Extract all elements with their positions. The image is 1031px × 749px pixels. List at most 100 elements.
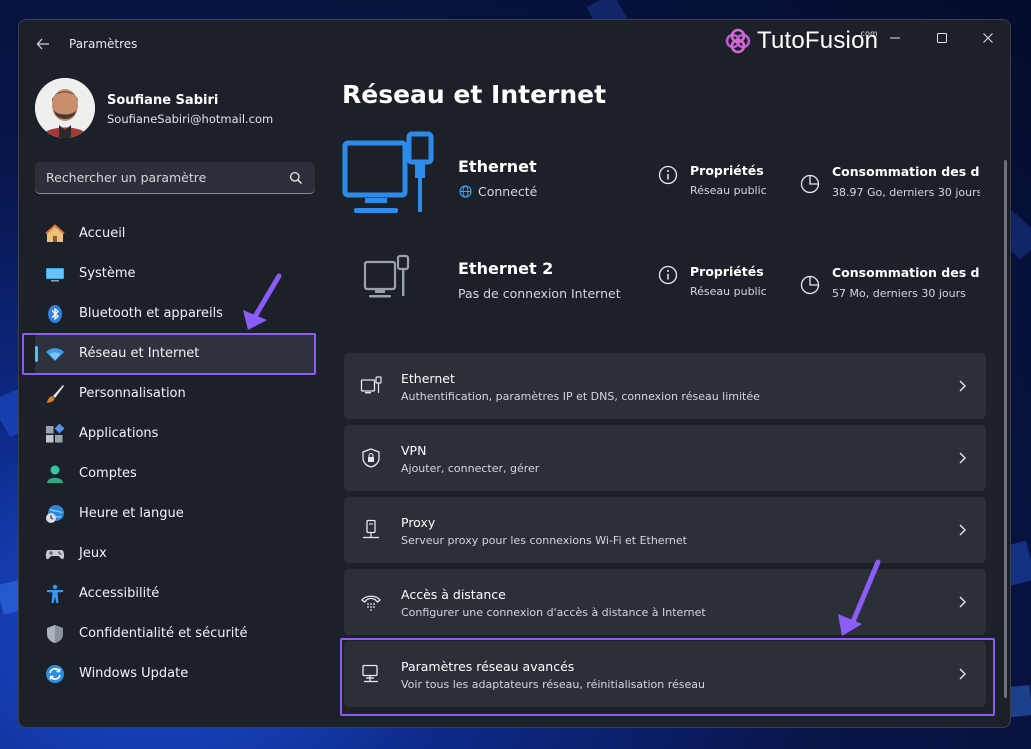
user-email: SoufianeSabiri@hotmail.com [107,112,274,126]
search-input[interactable] [35,162,285,193]
sidebar-item-label: Accueil [79,226,126,241]
data-usage-title: Consommation des données [832,164,980,179]
title-bar: Paramètres TutoFusion .com [19,20,1010,68]
data-usage-link[interactable]: Consommation des données 57 Mo, derniers… [832,261,980,321]
settings-window: Paramètres TutoFusion .com Soufiane Sabi… [18,19,1011,728]
card-ethernet[interactable]: Ethernet Authentification, paramètres IP… [344,353,986,419]
maximize-icon [937,33,947,43]
globe-icon [459,185,472,198]
apps-icon [46,424,65,443]
proxy-icon [363,519,379,539]
app-title: Paramètres [69,37,138,51]
ethernet-monitor-disconnected-icon [363,254,410,298]
pointer-arrow-sidebar [243,273,282,330]
connection-name: Ethernet 2 [458,259,554,278]
sidebar-item-label: Comptes [79,466,137,481]
brand-suffix: .com [858,29,878,38]
info-icon [658,265,678,285]
properties-link[interactable]: Propriétés Réseau public [657,156,777,197]
time-language-icon [46,505,64,523]
page-title: Réseau et Internet [342,80,607,109]
card-subtitle: Serveur proxy pour les connexions Wi-Fi … [401,534,687,547]
connection-name: Ethernet [458,157,537,176]
card-subtitle: Authentification, paramètres IP et DNS, … [401,390,760,403]
card-subtitle: Ajouter, connecter, gérer [401,462,540,475]
sidebar-item-comptes[interactable]: Comptes [35,454,315,494]
sidebar-item-label: Accessibilité [79,586,160,601]
user-name: Soufiane Sabiri [107,93,219,108]
ethernet-icon [360,376,382,394]
scrollbar[interactable] [1004,160,1007,698]
card-title: Accès à distance [401,587,506,602]
sidebar-item-heure[interactable]: Heure et langue [35,494,315,534]
sidebar-item-label: Heure et langue [79,506,184,521]
update-icon [46,665,64,683]
properties-title: Propriétés [690,264,764,279]
maximize-button[interactable] [926,28,958,52]
brand-logo-icon [725,28,751,54]
card-subtitle: Configurer une connexion d'accès à dista… [401,606,706,619]
card-dial-up[interactable]: Accès à distance Configurer une connexio… [344,569,986,635]
data-usage-subtitle: 57 Mo, derniers 30 jours [832,287,966,300]
data-usage-link[interactable]: Consommation des données 38.97 Go, derni… [832,160,980,220]
sidebar-item-label: Windows Update [79,666,189,681]
sidebar-item-accueil[interactable]: Accueil [35,214,315,254]
minimize-button[interactable] [879,28,911,52]
bluetooth-icon [48,305,62,323]
dial-up-icon [361,595,381,611]
user-photo-icon [35,78,95,138]
sidebar-item-confidentialite[interactable]: Confidentialité et sécurité [35,614,315,654]
accessibility-icon [47,584,63,603]
card-title: Ethernet [401,371,455,386]
connection-status: Connecté [478,184,538,199]
data-usage-column: Consommation des données 38.97 Go, derni… [832,160,980,340]
close-icon [983,33,993,43]
chevron-right-icon [959,596,966,608]
pointer-arrow-advanced [838,559,881,636]
brand-watermark: TutoFusion .com [723,24,878,58]
vpn-shield-icon [362,448,380,468]
system-icon [46,268,64,282]
card-title: Proxy [401,515,436,530]
sidebar-item-personnalisation[interactable]: Personnalisation [35,374,315,414]
avatar[interactable] [35,78,95,138]
back-button[interactable] [33,34,53,54]
minimize-icon [890,37,900,39]
card-title: VPN [401,443,427,458]
info-icon [658,165,678,185]
sidebar-item-label: Jeux [79,546,107,561]
account-icon [47,465,63,483]
home-icon [45,224,65,242]
pie-chart-icon [800,275,820,295]
chevron-right-icon [959,452,966,464]
data-usage-subtitle: 38.97 Go, derniers 30 jours [832,186,980,199]
properties-title: Propriétés [690,163,764,178]
chevron-right-icon [959,380,966,392]
sidebar-item-windows-update[interactable]: Windows Update [35,654,315,694]
sidebar-item-accessibilite[interactable]: Accessibilité [35,574,315,614]
pie-chart-icon [800,174,820,194]
shield-icon [47,625,63,643]
sidebar-item-label: Système [79,266,136,281]
card-vpn[interactable]: VPN Ajouter, connecter, gérer [344,425,986,491]
properties-subtitle: Réseau public [690,184,767,197]
properties-link[interactable]: Propriétés Réseau public [657,256,777,298]
sidebar-item-label: Applications [79,426,159,441]
chevron-right-icon [959,524,966,536]
brush-icon [46,385,64,403]
properties-subtitle: Réseau public [690,285,767,298]
ethernet-monitor-icon [342,131,434,213]
search-icon[interactable] [289,171,303,185]
connection-status: Pas de connexion Internet [458,286,621,301]
card-proxy[interactable]: Proxy Serveur proxy pour les connexions … [344,497,986,563]
sidebar-item-label: Bluetooth et appareils [79,306,223,321]
close-button[interactable] [972,28,1004,52]
gamepad-icon [45,550,65,560]
sidebar-item-label: Confidentialité et sécurité [79,626,248,641]
sidebar-item-label: Personnalisation [79,386,186,401]
search-box[interactable] [35,162,315,194]
highlight-box-sidebar [22,333,316,375]
sidebar-item-jeux[interactable]: Jeux [35,534,315,574]
arrow-left-icon [36,38,49,50]
sidebar-item-applications[interactable]: Applications [35,414,315,454]
